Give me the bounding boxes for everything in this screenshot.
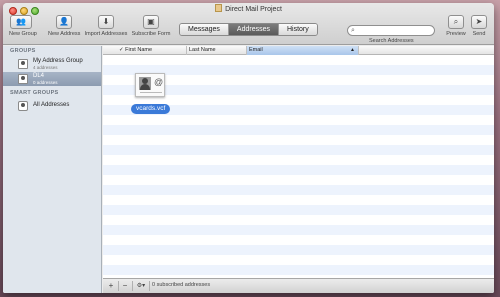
- contact-silhouette-icon: [139, 77, 151, 90]
- import-arrow-icon: ⬇: [102, 17, 110, 26]
- dragged-file-label[interactable]: vcards.vcf: [131, 104, 171, 114]
- table-row: [103, 145, 494, 155]
- sidebar-item-all-addresses[interactable]: All Addresses: [3, 99, 101, 113]
- form-icon: ▣: [147, 17, 155, 26]
- document-icon: [215, 4, 223, 12]
- smart-groups-header: SMART GROUPS: [10, 90, 59, 96]
- vcard-file-icon[interactable]: @: [135, 73, 165, 97]
- group-icon: [18, 59, 28, 69]
- import-addresses-label: Import Addresses: [84, 31, 128, 37]
- table-row: [103, 165, 494, 175]
- group-icon: [18, 74, 28, 84]
- subscribe-form-label: Subscribe Form: [131, 31, 171, 37]
- import-addresses-tool[interactable]: ⬇ Import Addresses: [83, 15, 129, 37]
- tab-messages[interactable]: Messages: [180, 24, 229, 35]
- footer-bar: + − ⚙▾ 0 subscribed addresses: [103, 278, 494, 293]
- new-group-tool[interactable]: 👥 New Group: [9, 15, 37, 37]
- remove-address-button[interactable]: −: [120, 281, 130, 291]
- app-window: Direct Mail Project 👥 New Group 👤 New Ad…: [3, 3, 494, 293]
- group-name: My Address Group: [33, 58, 83, 64]
- column-header: ✓ First Name Last Name Email ▲: [103, 46, 494, 55]
- first-name-label: First Name: [125, 47, 153, 53]
- subscribe-form-tool[interactable]: ▣ Subscribe Form: [131, 15, 171, 37]
- tab-history[interactable]: History: [278, 24, 317, 35]
- column-email[interactable]: Email ▲: [247, 46, 359, 55]
- table-row: [103, 185, 494, 195]
- sidebar: GROUPS My Address Group 4 addresses DL4 …: [3, 46, 102, 293]
- paper-plane-icon: ➤: [475, 17, 483, 26]
- preview-tool[interactable]: ⌕ Preview: [445, 15, 467, 37]
- column-first-name[interactable]: ✓ First Name: [117, 46, 187, 55]
- table-row: [103, 245, 494, 255]
- table-row: [103, 225, 494, 235]
- groups-header: GROUPS: [10, 48, 36, 54]
- email-label: Email: [249, 47, 263, 53]
- check-column-mark: ✓: [119, 47, 124, 53]
- divider: [118, 281, 119, 291]
- table-row: [103, 125, 494, 135]
- window-title-area: Direct Mail Project: [3, 4, 494, 13]
- column-last-name[interactable]: Last Name: [187, 46, 247, 55]
- tab-addresses[interactable]: Addresses: [228, 24, 279, 35]
- send-button[interactable]: ➤: [471, 15, 487, 29]
- sort-indicator-icon: ▲: [350, 47, 355, 53]
- search-addresses-input[interactable]: ⌕: [347, 25, 435, 36]
- preview-button[interactable]: ⌕: [448, 15, 464, 29]
- import-addresses-button[interactable]: ⬇: [98, 15, 114, 29]
- send-tool[interactable]: ➤ Send: [469, 15, 489, 37]
- group-count: 4 addresses: [33, 65, 58, 70]
- send-label: Send: [472, 31, 486, 37]
- new-address-button[interactable]: 👤: [56, 15, 72, 29]
- address-table[interactable]: ✓ First Name Last Name Email ▲ @ vcards.…: [103, 46, 494, 278]
- view-tabs: Messages Addresses History: [179, 23, 318, 36]
- new-address-tool[interactable]: 👤 New Address: [48, 15, 80, 37]
- sidebar-item-dl4[interactable]: DL4 0 addresses: [3, 72, 101, 86]
- smart-group-name: All Addresses: [33, 102, 70, 108]
- titlebar: Direct Mail Project 👥 New Group 👤 New Ad…: [3, 3, 494, 45]
- table-row: [103, 205, 494, 215]
- group-count: 0 addresses: [33, 80, 58, 85]
- at-sign-icon: @: [154, 77, 164, 87]
- action-menu-button[interactable]: ⚙▾: [134, 281, 148, 291]
- preview-label: Preview: [446, 31, 466, 37]
- new-group-button[interactable]: 👥: [10, 15, 32, 29]
- search-addresses-label: Search Addresses: [369, 38, 414, 44]
- new-group-label: New Group: [9, 31, 37, 37]
- people-icon: 👥: [16, 17, 26, 26]
- window-title: Direct Mail Project: [225, 6, 282, 13]
- person-add-icon: 👤: [59, 17, 69, 26]
- status-text: 0 subscribed addresses: [152, 282, 211, 288]
- new-address-label: New Address: [48, 31, 81, 37]
- group-name: DL4: [33, 73, 45, 79]
- add-address-button[interactable]: +: [106, 281, 116, 291]
- card-line: [140, 92, 162, 93]
- search-icon: ⌕: [351, 27, 355, 34]
- sidebar-item-my-address-group[interactable]: My Address Group 4 addresses: [3, 57, 101, 71]
- divider: [132, 281, 133, 291]
- subscribe-form-button[interactable]: ▣: [143, 15, 159, 29]
- divider: [149, 281, 150, 291]
- table-row: [103, 265, 494, 275]
- magnifier-icon: ⌕: [453, 17, 459, 26]
- gear-icon: [18, 101, 28, 111]
